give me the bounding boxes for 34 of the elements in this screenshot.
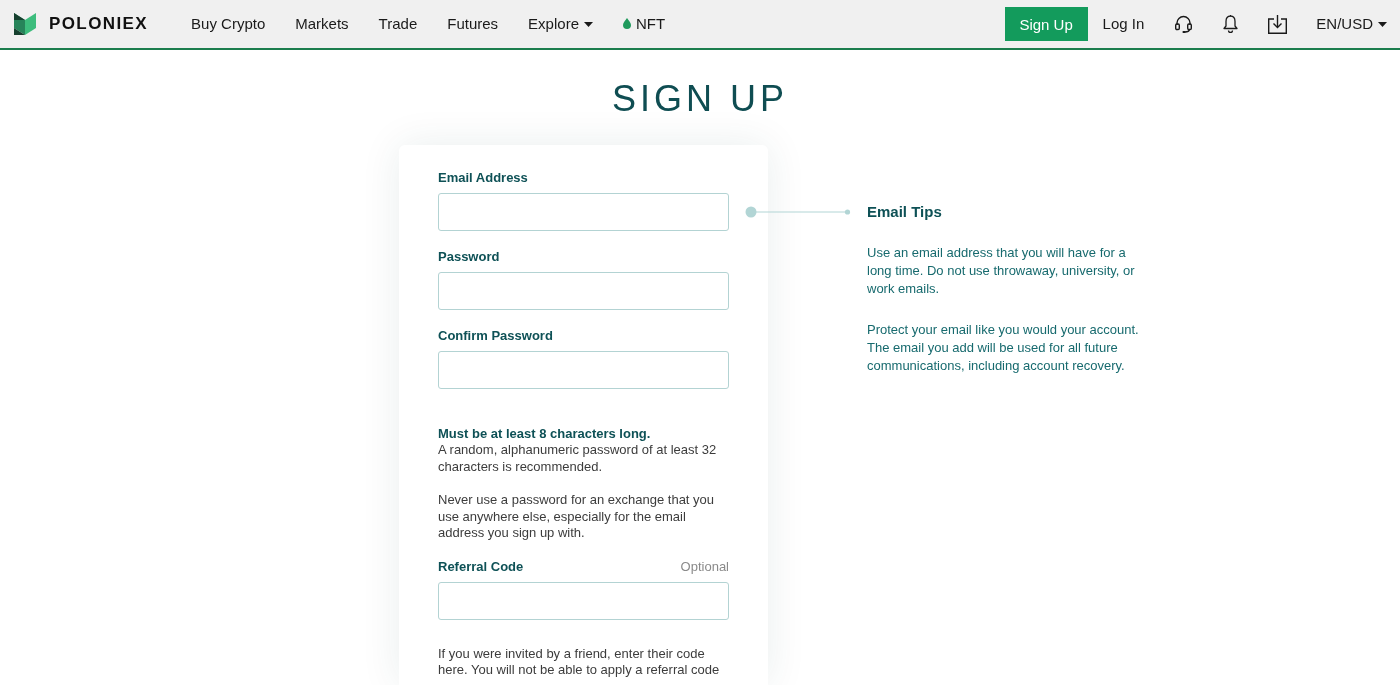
input-field[interactable] — [438, 193, 729, 231]
download-icon[interactable] — [1268, 14, 1288, 34]
input-field[interactable] — [438, 581, 729, 620]
tips-heading: Email Tips — [867, 203, 943, 221]
field-label: Email Address — [438, 170, 528, 186]
headset-icon[interactable] — [1175, 15, 1193, 33]
nav-link[interactable]: Buy Crypto — [191, 14, 266, 34]
help-text: Never use a password for an exchange that you use anywhere else, especially for the email address you sign up with. — [438, 492, 716, 542]
caret-icon — [1378, 21, 1387, 27]
help-text: If you were invited by a friend, enter their code here. You will not be able to apply a referral code — [438, 645, 721, 679]
nav-link[interactable]: NFT — [622, 14, 666, 34]
page-title: SIGN UP — [611, 77, 789, 121]
locale-selector[interactable]: EN/USD — [1316, 14, 1387, 34]
nav-link[interactable]: Trade — [378, 14, 418, 34]
optional-label: Optional — [680, 558, 729, 575]
tips-text: Protect your email like you would your account. The email you add will be used for all future communications, including account recovery. — [867, 321, 1140, 375]
nav-link[interactable]: Futures — [447, 14, 499, 34]
password-requirement: Must be at least 8 characters long. — [438, 426, 652, 442]
input-field[interactable] — [438, 351, 729, 389]
field-label: Referral Code — [438, 558, 524, 575]
nav-link[interactable]: Markets — [295, 14, 349, 34]
caret-icon — [583, 21, 593, 27]
drop-icon — [622, 18, 631, 29]
nav-link[interactable]: Explore — [528, 14, 593, 34]
bell-icon[interactable] — [1223, 15, 1239, 33]
help-text: A random, alphanumeric password of at least 32 characters is recommended. — [438, 442, 718, 475]
field-label: Password — [438, 249, 500, 265]
brand-name: POLONIEX — [49, 14, 149, 34]
field-label: Confirm Password — [438, 328, 553, 344]
log-in-link[interactable]: Log In — [1102, 14, 1145, 34]
input-field[interactable] — [438, 272, 729, 310]
logo-icon[interactable] — [14, 13, 36, 35]
tips-text: Use an email address that you will have for a long time. Do not use throwaway, university, or work emails. — [867, 244, 1136, 298]
sign-up-button[interactable]: Sign Up — [1004, 7, 1088, 41]
